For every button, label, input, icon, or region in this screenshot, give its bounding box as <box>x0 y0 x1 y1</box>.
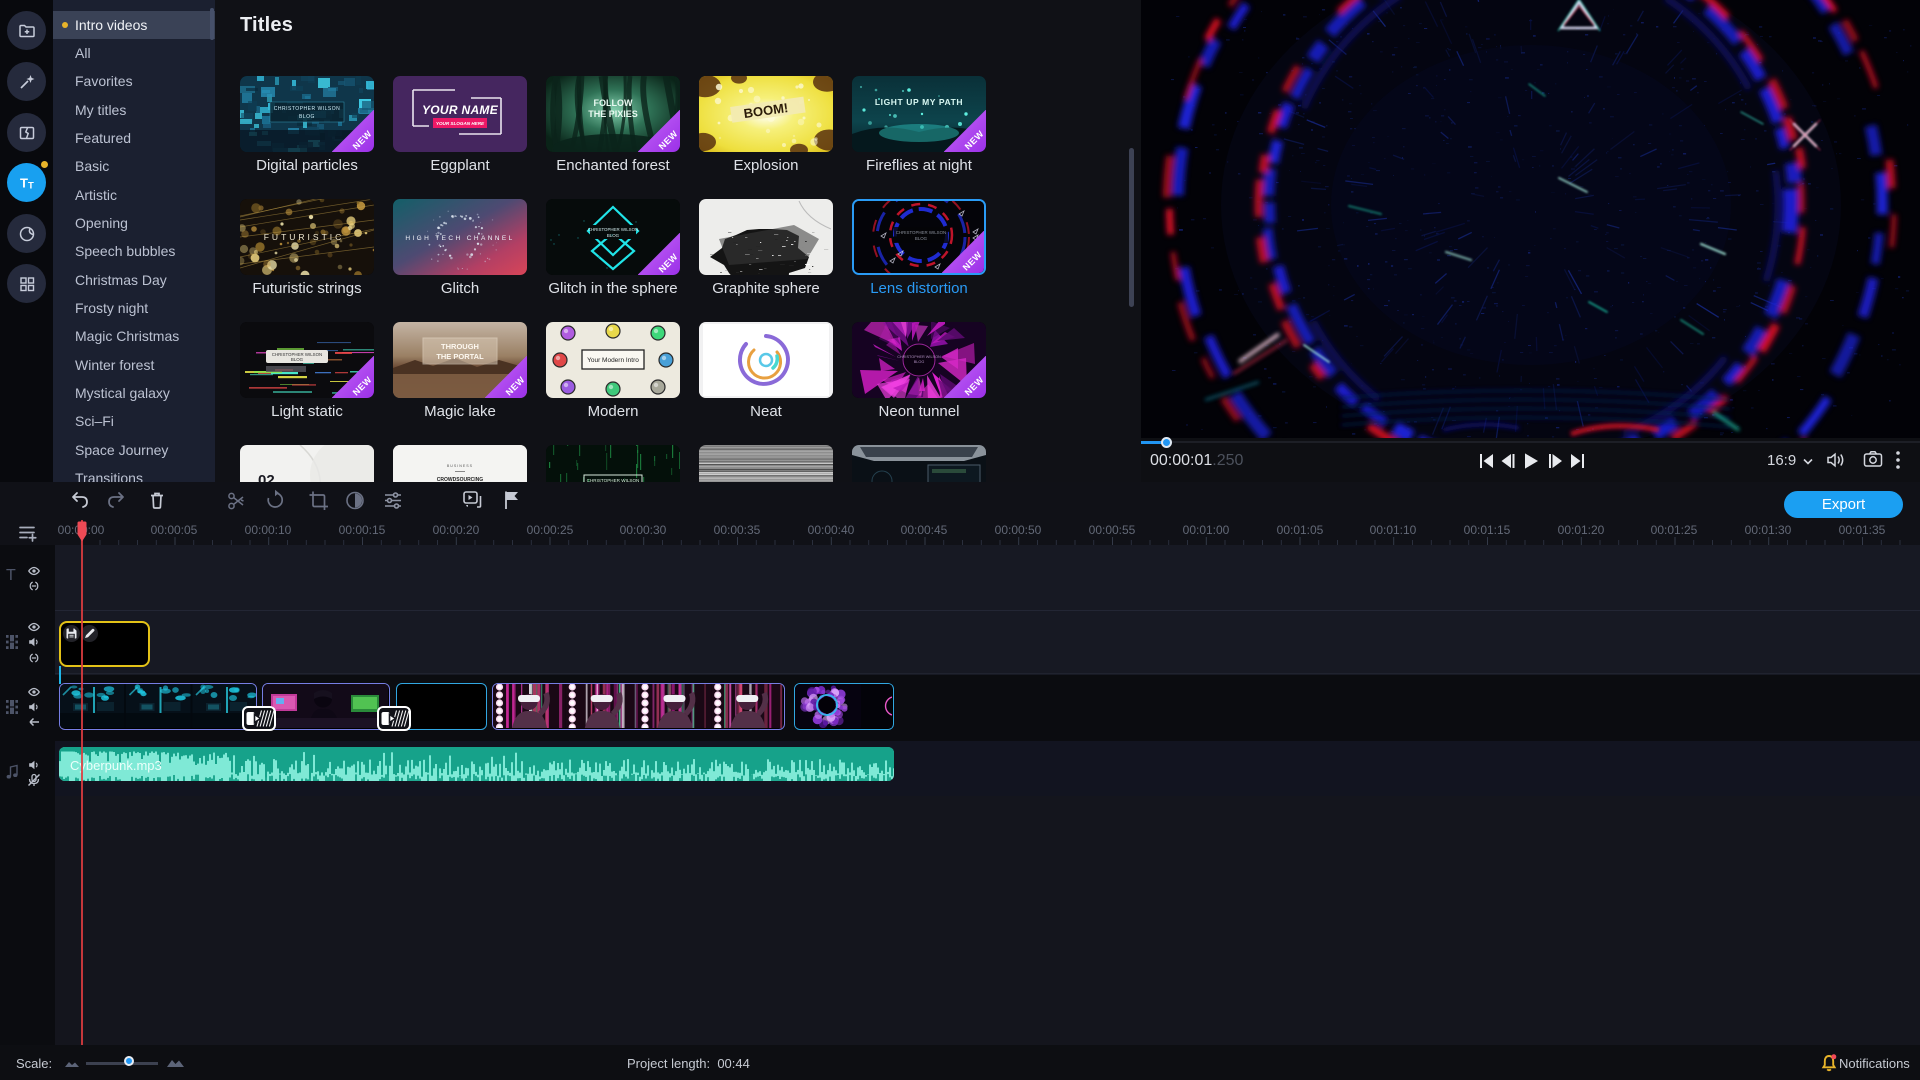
svg-text:T: T <box>28 180 34 191</box>
svg-text:BUSINESS: BUSINESS <box>447 464 473 468</box>
svg-text:BLOG: BLOG <box>291 357 304 362</box>
svg-text:BLOG: BLOG <box>299 114 315 120</box>
svg-text:02: 02 <box>258 472 275 482</box>
svg-text:BLOG: BLOG <box>915 236 928 241</box>
svg-text:CHRISTOPHER WILSON: CHRISTOPHER WILSON <box>897 355 941 359</box>
svg-text:YOUR NAME: YOUR NAME <box>422 103 499 117</box>
svg-text:CHRISTOPHER WILSON: CHRISTOPHER WILSON <box>896 230 946 235</box>
svg-text:BLOG: BLOG <box>607 233 620 238</box>
svg-text:YOUR SLOGAN HERE: YOUR SLOGAN HERE <box>436 121 485 126</box>
svg-text:CHRISTOPHER WILSON: CHRISTOPHER WILSON <box>588 227 638 232</box>
svg-text:FUTURISTIC: FUTURISTIC <box>264 232 345 242</box>
svg-text:HIGH TECH CHANNEL: HIGH TECH CHANNEL <box>405 235 514 242</box>
svg-text:CHRISTOPHER WILSON: CHRISTOPHER WILSON <box>274 106 340 112</box>
svg-text:CHRISTOPHER WILSON: CHRISTOPHER WILSON <box>587 478 640 482</box>
svg-text:THROUGH: THROUGH <box>441 342 479 351</box>
svg-text:THE PORTAL: THE PORTAL <box>436 352 484 361</box>
svg-text:BLOG: BLOG <box>914 360 925 364</box>
svg-text:LIGHT UP MY PATH: LIGHT UP MY PATH <box>875 97 963 107</box>
svg-text:T: T <box>20 175 28 190</box>
svg-text:Your Modern Intro: Your Modern Intro <box>587 357 639 364</box>
svg-text:FOLLOW: FOLLOW <box>594 98 633 108</box>
svg-text:THE PIXIES: THE PIXIES <box>588 109 638 119</box>
svg-text:CROWDSOURCING: CROWDSOURCING <box>437 477 483 482</box>
